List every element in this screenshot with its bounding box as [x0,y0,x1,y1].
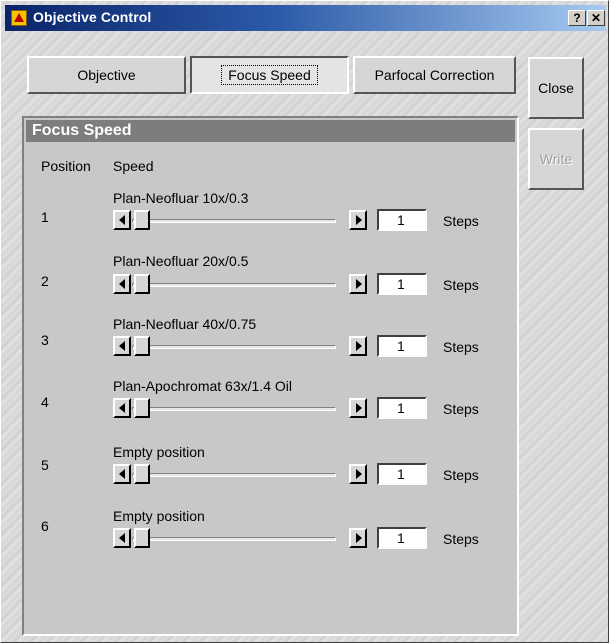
row-position: 4 [41,394,49,410]
objective-label: Plan-Neofluar 20x/0.5 [113,253,249,269]
slider-thumb[interactable] [134,528,150,548]
help-button[interactable]: ? [568,10,586,26]
column-header-speed: Speed [113,158,154,174]
panel-title: Focus Speed [26,120,515,142]
app-icon [11,10,27,26]
slider-track[interactable] [132,407,336,411]
row-position: 2 [41,273,49,289]
tab-label: Parfocal Correction [374,67,495,83]
close-button[interactable]: Close [528,57,584,119]
objective-label: Empty position [113,508,205,524]
slider-thumb[interactable] [134,398,150,418]
tab-objective[interactable]: Objective [27,56,186,94]
speed-slider[interactable] [113,210,371,230]
arrow-right-icon[interactable] [349,274,367,294]
arrow-right-icon[interactable] [349,210,367,230]
arrow-right-icon[interactable] [349,464,367,484]
column-header-position: Position [41,158,91,174]
steps-input[interactable]: 1 [377,397,427,419]
row-position: 1 [41,209,49,225]
slider-track[interactable] [132,537,336,541]
speed-slider[interactable] [113,464,371,484]
steps-input[interactable]: 1 [377,273,427,295]
objective-label: Empty position [113,444,205,460]
write-button[interactable]: Write [528,128,584,190]
steps-unit-label: Steps [443,213,479,229]
title-bar[interactable]: Objective Control ? ✕ [5,5,606,31]
arrow-left-icon[interactable] [113,274,131,294]
slider-thumb[interactable] [134,464,150,484]
arrow-right-icon[interactable] [349,528,367,548]
objective-control-window: Objective Control ? ✕ Objective Focus Sp… [0,0,609,643]
steps-unit-label: Steps [443,531,479,547]
arrow-right-icon[interactable] [349,398,367,418]
steps-unit-label: Steps [443,277,479,293]
speed-slider[interactable] [113,398,371,418]
tab-label: Focus Speed [221,65,318,85]
speed-slider[interactable] [113,274,371,294]
arrow-right-icon[interactable] [349,336,367,356]
slider-track[interactable] [132,473,336,477]
speed-slider[interactable] [113,336,371,356]
row-position: 5 [41,457,49,473]
arrow-left-icon[interactable] [113,528,131,548]
row-position: 6 [41,518,49,534]
steps-unit-label: Steps [443,401,479,417]
speed-slider[interactable] [113,528,371,548]
steps-unit-label: Steps [443,467,479,483]
window-close-button[interactable]: ✕ [587,10,605,26]
objective-label: Plan-Apochromat 63x/1.4 Oil [113,378,292,394]
tab-focus-speed[interactable]: Focus Speed [190,56,349,94]
objective-label: Plan-Neofluar 40x/0.75 [113,316,257,332]
window-title: Objective Control [33,9,152,25]
arrow-left-icon[interactable] [113,210,131,230]
slider-thumb[interactable] [134,210,150,230]
arrow-left-icon[interactable] [113,336,131,356]
arrow-left-icon[interactable] [113,398,131,418]
steps-unit-label: Steps [443,339,479,355]
steps-input[interactable]: 1 [377,463,427,485]
steps-input[interactable]: 1 [377,209,427,231]
tab-parfocal-correction[interactable]: Parfocal Correction [353,56,516,94]
steps-input[interactable]: 1 [377,335,427,357]
objective-label: Plan-Neofluar 10x/0.3 [113,190,249,206]
arrow-left-icon[interactable] [113,464,131,484]
slider-track[interactable] [132,283,336,287]
steps-input[interactable]: 1 [377,527,427,549]
tab-label: Objective [77,67,136,83]
slider-track[interactable] [132,219,336,223]
row-position: 3 [41,332,49,348]
slider-thumb[interactable] [134,336,150,356]
slider-thumb[interactable] [134,274,150,294]
focus-speed-panel: Focus Speed [22,116,519,636]
slider-track[interactable] [132,345,336,349]
